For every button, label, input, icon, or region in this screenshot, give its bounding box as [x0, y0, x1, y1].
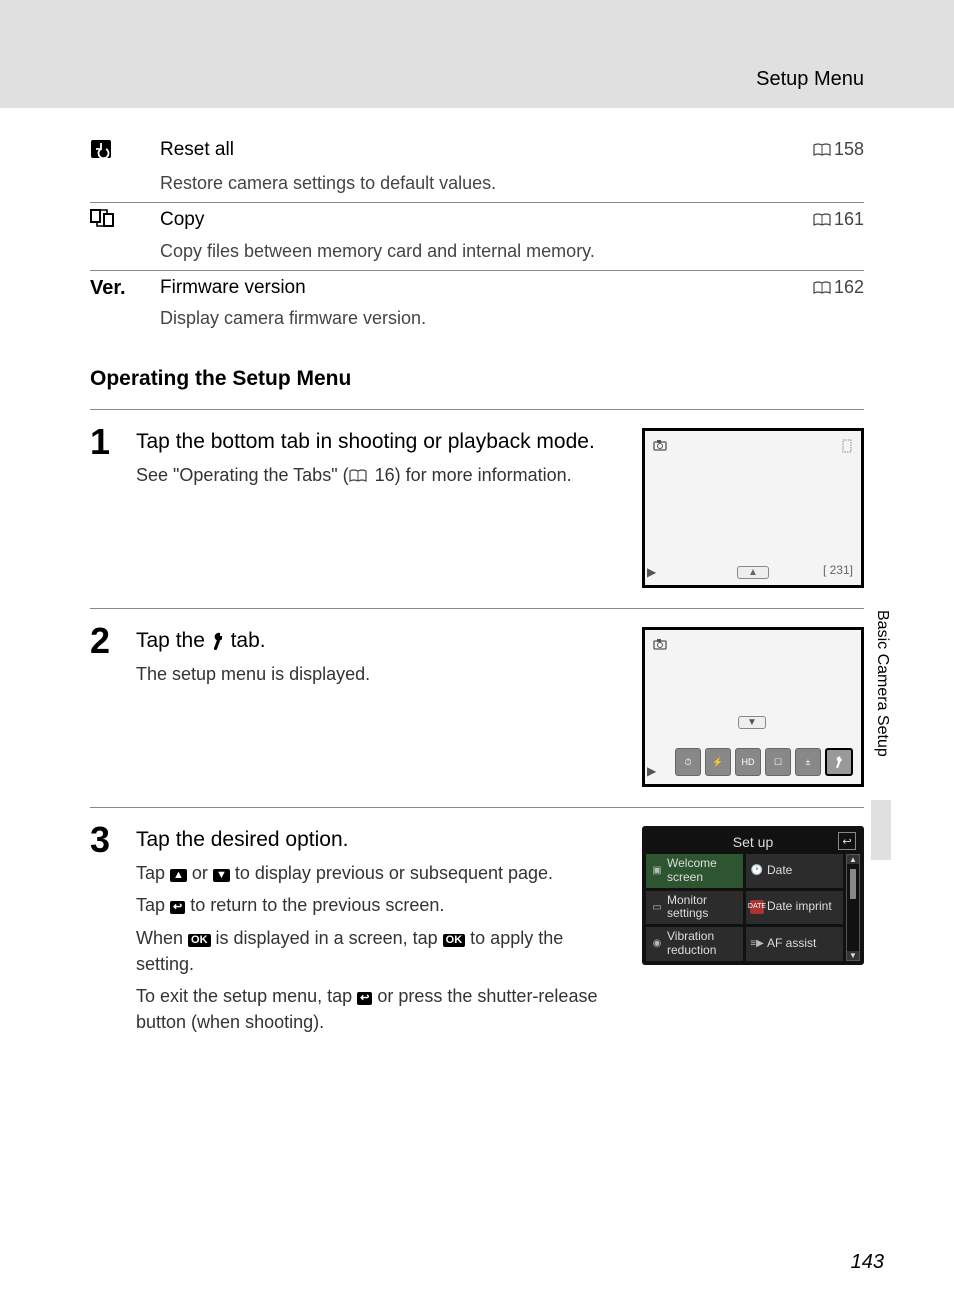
tab-touch: ☐ — [765, 748, 791, 776]
setup-item-afassist: ≡▶AF assist — [746, 927, 843, 961]
step-instruction: Tap the tab. — [136, 627, 622, 655]
step-instruction: Tap the bottom tab in shooting or playba… — [136, 428, 622, 456]
camera-screen-illustration-1: ▶ ▲ [ 231] — [642, 428, 864, 588]
step-3: 3 Tap the desired option. Tap ▲ or ▼ to … — [90, 807, 864, 1061]
setup-item-welcome: ▣Welcome screen — [646, 854, 743, 888]
tab-flash: ⚡ — [705, 748, 731, 776]
welcome-icon: ▣ — [650, 864, 664, 878]
down-icon: ▼ — [213, 869, 230, 882]
ok-icon: OK — [188, 934, 211, 947]
step-description: See "Operating the Tabs" ( 16) for more … — [136, 462, 622, 488]
menu-item-desc: Copy files between memory card and inter… — [160, 237, 864, 271]
setup-item-vr: ◉Vibration reduction — [646, 927, 743, 961]
scroll-bar — [846, 854, 860, 961]
step-description: Tap ▲ or ▼ to display previous or subseq… — [136, 860, 622, 886]
setup-menu-illustration: Set up ↩ ▣Welcome screen 🕐Date ▭Monitor … — [642, 826, 864, 965]
step-instruction: Tap the desired option. — [136, 826, 622, 854]
step-1: 1 Tap the bottom tab in shooting or play… — [90, 409, 864, 608]
page-header-bar: Setup Menu — [0, 0, 954, 108]
step-description: The setup menu is displayed. — [136, 661, 622, 687]
page-ref: 161 — [681, 203, 864, 238]
menu-item-desc: Display camera firmware version. — [160, 304, 864, 337]
page-number: 143 — [851, 1251, 884, 1274]
step-number: 3 — [90, 822, 122, 858]
copy-icon — [90, 203, 160, 238]
ver-icon: Ver. — [90, 271, 160, 305]
step-number: 2 — [90, 623, 122, 659]
tab-exposure: ± — [795, 748, 821, 776]
clock-icon: 🕐 — [750, 864, 764, 878]
camera-mode-icon — [653, 439, 667, 451]
section-heading: Operating the Setup Menu — [90, 367, 864, 391]
menu-item-title: Reset all — [160, 133, 681, 169]
thumb-tab — [871, 800, 891, 860]
tab-movie: HD — [735, 748, 761, 776]
setup-item-date: 🕐Date — [746, 854, 843, 888]
af-icon: ≡▶ — [750, 937, 764, 951]
page-ref: 162 — [681, 271, 864, 305]
side-tab-label: Basic Camera Setup — [873, 610, 891, 757]
setup-title: Set up — [733, 834, 773, 850]
back-icon: ↩ — [838, 832, 856, 850]
down-arrow-button: ▼ — [738, 716, 766, 729]
frame-counter: [ 231] — [823, 563, 853, 577]
step-description: Tap ↩ to return to the previous screen. — [136, 892, 622, 918]
page-ref: 158 — [681, 133, 864, 169]
ok-icon: OK — [443, 934, 466, 947]
menu-table: Reset all 158 Restore camera settings to… — [90, 133, 864, 337]
date-badge-icon: DATE — [750, 900, 764, 914]
return-icon: ↩ — [357, 992, 372, 1005]
camera-mode-icon — [653, 638, 667, 650]
up-icon: ▲ — [170, 869, 187, 882]
header-title: Setup Menu — [756, 68, 864, 91]
wrench-icon — [211, 629, 225, 652]
setup-item-dateimprint: DATEDate imprint — [746, 891, 843, 925]
tab-timer: ⏱ — [675, 748, 701, 776]
menu-item-title: Firmware version — [160, 271, 681, 305]
step-2: 2 Tap the tab. The setup menu is display… — [90, 608, 864, 807]
tab-setup — [825, 748, 853, 776]
memory-card-icon — [841, 439, 853, 453]
vr-icon: ◉ — [650, 937, 664, 951]
monitor-icon: ▭ — [650, 900, 664, 914]
menu-item-desc: Restore camera settings to default value… — [160, 169, 864, 203]
chevron-right-icon: ▶ — [647, 565, 656, 579]
camera-screen-illustration-2: ▶ ▼ ⏱ ⚡ HD ☐ ± — [642, 627, 864, 787]
setup-item-monitor: ▭Monitor settings — [646, 891, 743, 925]
step-number: 1 — [90, 424, 122, 460]
reset-icon — [90, 133, 160, 169]
step-description: When OK is displayed in a screen, tap OK… — [136, 925, 622, 977]
return-icon: ↩ — [170, 901, 185, 914]
menu-item-title: Copy — [160, 203, 681, 238]
up-arrow-button: ▲ — [737, 566, 769, 579]
step-description: To exit the setup menu, tap ↩ or press t… — [136, 983, 622, 1035]
